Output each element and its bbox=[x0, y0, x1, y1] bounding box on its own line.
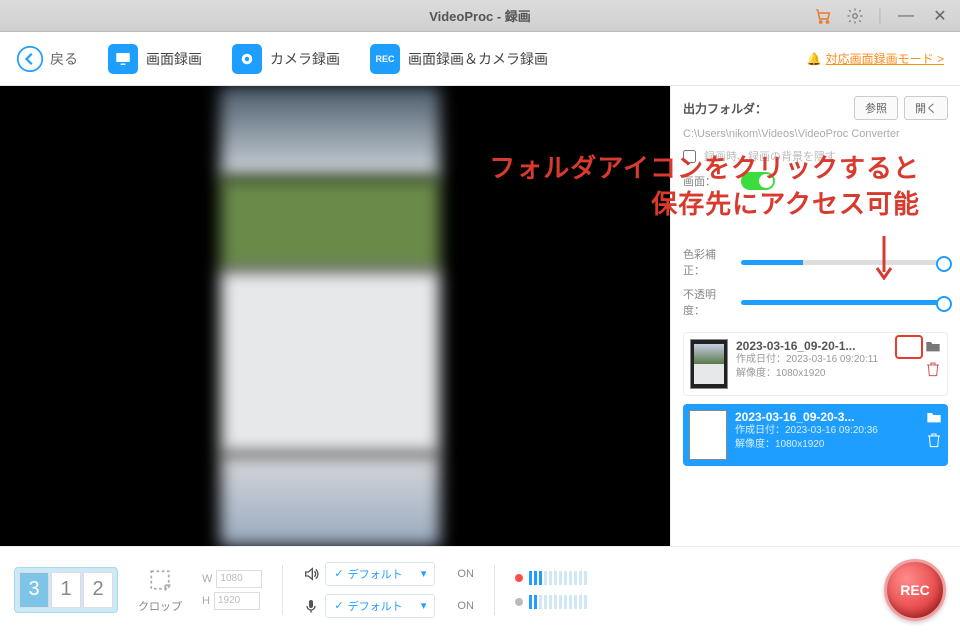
opacity-slider[interactable] bbox=[741, 300, 948, 305]
monitor-icon bbox=[108, 44, 138, 74]
microphone-icon bbox=[303, 598, 319, 614]
folder-icon[interactable] bbox=[925, 339, 941, 353]
camera-record-label: カメラ録画 bbox=[270, 49, 340, 69]
minimize-button[interactable]: — bbox=[896, 7, 916, 25]
open-button[interactable]: 開く bbox=[904, 96, 948, 120]
window-title: VideoProc - 録画 bbox=[429, 6, 531, 25]
speaker-select[interactable]: ✓デフォルト▾ bbox=[325, 562, 435, 586]
recording-thumbnail bbox=[689, 410, 727, 460]
annotation-arrow-icon bbox=[874, 236, 894, 285]
back-button[interactable]: 戻る bbox=[16, 45, 78, 73]
titlebar: VideoProc - 録画 | — ✕ bbox=[0, 0, 960, 32]
recording-item[interactable]: 2023-03-16_09-20-3... 作成日付：2023-03-16 09… bbox=[683, 404, 948, 466]
crop-icon bbox=[146, 566, 174, 594]
screen-camera-record-button[interactable]: REC 画面録画＆カメラ録画 bbox=[370, 44, 548, 74]
cart-icon[interactable] bbox=[814, 7, 832, 25]
back-arrow-icon bbox=[16, 45, 44, 73]
toolbar: 戻る 画面録画 カメラ録画 REC 画面録画＆カメラ録画 🔔 対応画面録画モード… bbox=[0, 32, 960, 86]
screen-camera-label: 画面録画＆カメラ録画 bbox=[408, 49, 548, 69]
crop-button[interactable]: クロップ bbox=[138, 566, 182, 614]
dimensions-input: W H bbox=[202, 570, 262, 610]
close-button[interactable]: ✕ bbox=[930, 6, 950, 26]
speaker-on-label: ON bbox=[457, 568, 474, 580]
monitor-1[interactable]: 1 bbox=[51, 572, 81, 608]
gear-icon[interactable] bbox=[846, 7, 864, 25]
play-icon bbox=[703, 428, 713, 442]
annotation-text: フォルダアイコンをクリックすると 保存先にアクセス可能 bbox=[380, 150, 920, 223]
camera-record-button[interactable]: カメラ録画 bbox=[232, 44, 340, 74]
recording-name: 2023-03-16_09-20-3... bbox=[735, 410, 885, 424]
monitor-3[interactable]: 3 bbox=[19, 572, 49, 608]
output-path: C:\Users\nikom\Videos\VideoProc Converte… bbox=[683, 128, 948, 140]
record-button[interactable]: REC bbox=[884, 559, 946, 621]
monitor-2[interactable]: 2 bbox=[83, 572, 113, 608]
recording-name: 2023-03-16_09-20-1... bbox=[736, 339, 886, 353]
recording-thumbnail bbox=[690, 339, 728, 389]
bell-icon: 🔔 bbox=[807, 52, 822, 66]
trash-icon[interactable] bbox=[927, 432, 941, 448]
level-indicator-icon bbox=[515, 574, 523, 582]
camera-icon bbox=[232, 44, 262, 74]
folder-icon[interactable] bbox=[926, 410, 942, 424]
screen-record-label: 画面録画 bbox=[146, 49, 202, 69]
mic-on-label: ON bbox=[457, 600, 474, 612]
back-label: 戻る bbox=[50, 49, 78, 69]
browse-button[interactable]: 参照 bbox=[854, 96, 898, 120]
recording-item[interactable]: 2023-03-16_09-20-1... 作成日付：2023-03-16 09… bbox=[683, 332, 948, 396]
annotation-highlight-box bbox=[895, 335, 923, 359]
record-mode-link[interactable]: 🔔 対応画面録画モード > bbox=[807, 50, 944, 67]
trash-icon[interactable] bbox=[926, 361, 940, 377]
width-input[interactable] bbox=[216, 570, 262, 588]
mic-select[interactable]: ✓デフォルト▾ bbox=[325, 594, 435, 618]
speaker-icon bbox=[303, 566, 319, 582]
screen-record-button[interactable]: 画面録画 bbox=[108, 44, 202, 74]
level-indicator-icon bbox=[515, 598, 523, 606]
output-folder-label: 出力フォルダ： bbox=[683, 100, 848, 117]
bottom-bar: 3 1 2 クロップ W H ✓デフォルト▾ ON ✓デフォルト▾ ON REC bbox=[0, 546, 960, 632]
height-input[interactable] bbox=[214, 592, 260, 610]
color-slider[interactable] bbox=[741, 260, 948, 265]
audio-levels bbox=[515, 571, 587, 609]
rec-icon: REC bbox=[370, 44, 400, 74]
monitor-selector[interactable]: 3 1 2 bbox=[14, 567, 118, 613]
